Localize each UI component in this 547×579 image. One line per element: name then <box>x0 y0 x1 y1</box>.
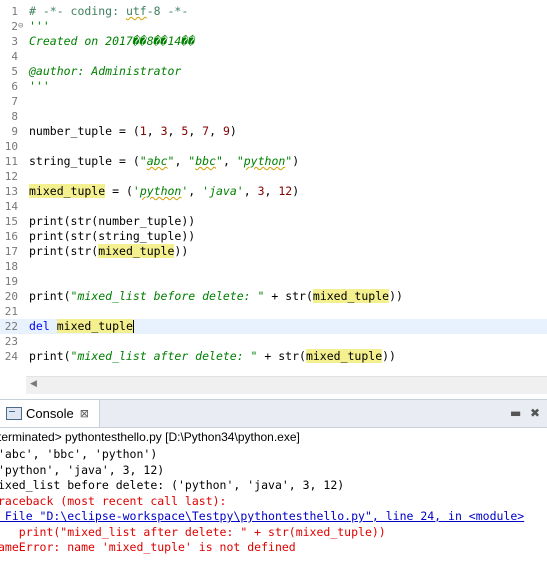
tab-console[interactable]: Console ⊠ <box>0 400 100 427</box>
code-line[interactable]: 9 number_tuple = (1, 3, 5, 7, 9) <box>0 124 547 139</box>
minimize-icon[interactable]: ▬ <box>510 406 521 420</box>
code-line[interactable]: 7 <box>0 94 547 109</box>
code-line[interactable]: 1 # -*- coding: utf-8 -*- <box>0 4 547 19</box>
traceback-file-link[interactable]: File "D:\eclipse-workspace\Testpy\python… <box>0 509 524 524</box>
horizontal-scrollbar[interactable]: ◀ <box>26 376 547 394</box>
line-number: 9 <box>11 125 18 138</box>
code-text[interactable]: print("mixed_list after delete: " + str(… <box>29 349 396 364</box>
code-line[interactable]: 4 <box>0 49 547 64</box>
maximize-icon[interactable]: ✖ <box>530 406 540 420</box>
console-output-line: 'abc', 'bbc', 'python') <box>0 447 158 461</box>
code-text[interactable]: Created on 2017��8��14�� <box>29 34 195 49</box>
line-number: 19 <box>4 275 18 288</box>
code-text[interactable]: string_tuple = ("abc", "bbc", "python") <box>29 154 299 169</box>
close-icon[interactable]: ⊠ <box>80 407 89 420</box>
line-number: 22 <box>4 320 18 333</box>
code-text[interactable]: print(str(mixed_tuple)) <box>29 244 188 259</box>
line-number: 20 <box>4 290 18 303</box>
line-number: 21 <box>4 305 18 318</box>
code-line[interactable]: 10 <box>0 139 547 154</box>
line-number: 16 <box>4 230 18 243</box>
code-line[interactable]: 19 <box>0 274 547 289</box>
tab-console-label: Console <box>26 406 74 421</box>
line-number: 8 <box>11 110 18 123</box>
code-line[interactable]: 2 ⊖ ''' <box>0 19 547 34</box>
code-line[interactable]: 5 @author: Administrator <box>0 64 547 79</box>
line-number: 5 <box>11 65 18 78</box>
code-text[interactable]: mixed_tuple = ('python', 'java', 3, 12) <box>29 184 299 199</box>
line-number: 15 <box>4 215 18 228</box>
code-line[interactable]: 13 mixed_tuple = ('python', 'java', 3, 12… <box>0 184 547 199</box>
code-line[interactable]: 23 <box>0 334 547 349</box>
code-line[interactable]: 24 print("mixed_list after delete: " + st… <box>0 349 547 364</box>
code-text[interactable]: print(str(string_tuple)) <box>29 229 195 244</box>
line-number: 3 <box>11 35 18 48</box>
line-number: 4 <box>11 50 18 63</box>
code-line[interactable]: 22 del mixed_tuple <box>0 319 547 334</box>
code-line[interactable]: 15 print(str(number_tuple)) <box>0 214 547 229</box>
line-number: 24 <box>4 350 18 363</box>
line-number: 17 <box>4 245 18 258</box>
code-line[interactable]: 11 string_tuple = ("abc", "bbc", "python"… <box>0 154 547 169</box>
line-number: 1 <box>11 5 18 18</box>
line-number: 12 <box>4 170 18 183</box>
console-output-line: ixed_list before delete: ('python', 'jav… <box>0 478 345 492</box>
line-number: 7 <box>11 95 18 108</box>
code-line[interactable]: 18 <box>0 259 547 274</box>
line-number: 10 <box>4 140 18 153</box>
code-text[interactable]: number_tuple = (1, 3, 5, 7, 9) <box>29 124 237 139</box>
code-editor[interactable]: 1 # -*- coding: utf-8 -*- 2 ⊖ ''' 3 Created on… <box>0 0 547 376</box>
console-tab-bar: Console ⊠ ▬ ✖ <box>0 399 547 428</box>
code-text[interactable]: # -*- coding: utf-8 -*- <box>29 4 188 19</box>
process-status-text: terminated> pythontesthello.py [D:\Pytho… <box>0 430 300 444</box>
console-output-line: 'python', 'java', 3, 12) <box>0 462 165 477</box>
code-line[interactable]: 8 <box>0 109 547 124</box>
code-line[interactable]: 14 <box>0 199 547 214</box>
console-output-line: raceback (most recent call last): <box>0 493 227 508</box>
code-text[interactable]: del mixed_tuple <box>29 319 134 334</box>
code-line[interactable]: 3 Created on 2017��8��14�� <box>0 34 547 49</box>
code-line[interactable]: 6 ''' <box>0 79 547 94</box>
code-text[interactable]: ''' <box>29 19 50 34</box>
code-line[interactable]: 12 <box>0 169 547 184</box>
console-process-header: terminated> pythontesthello.py [D:\Pytho… <box>0 428 547 446</box>
line-number: 23 <box>4 335 18 348</box>
console-icon <box>6 407 22 420</box>
console-output: 'abc', 'bbc', 'python')'python', 'java',… <box>0 447 547 579</box>
code-line[interactable]: 20 print("mixed_list before delete: " + s… <box>0 289 547 304</box>
console-output-line: ameError: name 'mixed_tuple' is not defi… <box>0 540 296 554</box>
code-text[interactable]: ''' <box>29 79 50 94</box>
line-number: 6 <box>11 80 18 93</box>
code-text[interactable]: print(str(number_tuple)) <box>29 214 195 229</box>
code-line[interactable]: 21 <box>0 304 547 319</box>
line-number: 2 <box>11 20 18 33</box>
code-line[interactable]: 16 print(str(string_tuple)) <box>0 229 547 244</box>
code-line[interactable]: 17 print(str(mixed_tuple)) <box>0 244 547 259</box>
code-text[interactable]: @author: Administrator <box>29 64 181 79</box>
line-number: 11 <box>4 155 18 168</box>
line-number: 18 <box>4 260 18 273</box>
console-output-line: print("mixed_list after delete: " + str(… <box>0 524 386 539</box>
scroll-left-icon[interactable]: ◀ <box>30 379 37 389</box>
code-text[interactable]: print("mixed_list before delete: " + str… <box>29 289 403 304</box>
line-number: 13 <box>4 185 18 198</box>
fold-toggle-icon[interactable]: ⊖ <box>18 20 23 32</box>
line-number: 14 <box>4 200 18 213</box>
